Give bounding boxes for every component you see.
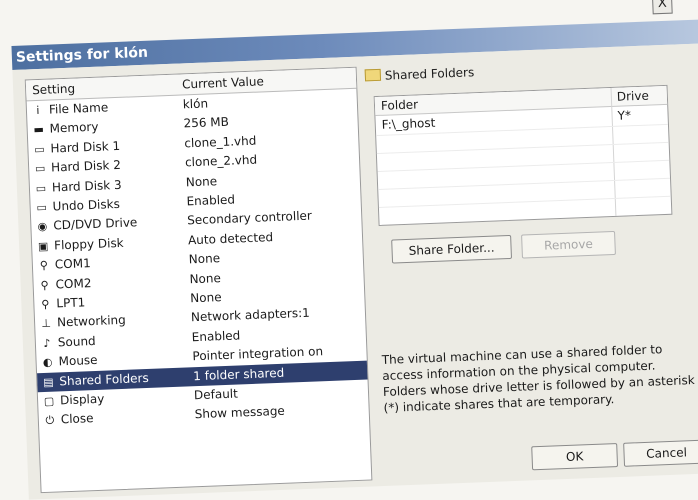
hard-disk-icon: ▭ (35, 181, 47, 195)
hard-disk-icon: ▭ (34, 161, 46, 176)
setting-label: Close (60, 411, 94, 427)
serial-port-icon: ⚲ (39, 258, 49, 273)
shared-folder-path: F:\_ghost (381, 115, 436, 132)
grid-line (378, 195, 671, 208)
setting-value: None (190, 290, 222, 306)
setting-label: COM2 (55, 275, 92, 292)
info-icon: i (36, 103, 40, 118)
setting-label: Sound (57, 333, 96, 350)
shared-folders-panel: Shared Folders Folder Drive F:\_ghost Y* (364, 54, 698, 478)
setting-label: Display (59, 391, 105, 408)
setting-value: clone_2.vhd (184, 152, 258, 170)
settings-dialog: X Settings for klón Setting Current Valu… (10, 0, 698, 500)
cd-dvd-icon: ◉ (37, 220, 48, 234)
setting-label: Hard Disk 1 (50, 138, 121, 156)
shared-folder-drive: Y* (617, 108, 632, 123)
undo-disk-icon: ▭ (36, 200, 48, 215)
grid-line (378, 177, 671, 190)
shared-folders-heading: Shared Folders (364, 62, 475, 86)
hard-disk-icon: ▭ (33, 142, 45, 156)
setting-value: Enabled (186, 192, 236, 209)
setting-value: clone_1.vhd (184, 133, 257, 151)
network-icon: ⊥ (41, 317, 52, 331)
display-icon: ▢ (43, 394, 55, 408)
floppy-disk-icon: ▣ (37, 239, 49, 253)
parallel-port-icon: ⚲ (41, 297, 50, 312)
grid-line (377, 159, 670, 173)
share-folder-button[interactable]: Share Folder... (391, 234, 513, 264)
column-header-folder[interactable]: Folder (381, 97, 419, 112)
setting-label: Networking (56, 313, 127, 330)
column-header-setting[interactable]: Setting (32, 82, 75, 98)
setting-label: Memory (49, 120, 99, 136)
setting-label: Hard Disk 3 (51, 177, 122, 195)
setting-value: Default (193, 386, 239, 403)
remove-button[interactable]: Remove (521, 230, 616, 259)
shared-folder-icon: ▤ (42, 375, 54, 389)
settings-list: Setting Current Value i File Name klón ▬ Mem… (24, 66, 373, 494)
column-header-current-value[interactable]: Current Value (182, 74, 264, 91)
column-header-drive[interactable]: Drive (617, 89, 650, 104)
folder-icon (364, 68, 382, 82)
shared-folders-grid[interactable]: Folder Drive F:\_ghost Y* (373, 84, 673, 227)
setting-value: None (185, 173, 218, 189)
setting-value: klón (182, 96, 209, 112)
setting-value: None (189, 270, 222, 286)
memory-icon: ▬ (33, 123, 45, 137)
dialog-body: Setting Current Value i File Name klón ▬ Mem… (12, 43, 698, 500)
setting-label: COM1 (54, 256, 91, 272)
sound-icon: ♪ (43, 336, 51, 350)
setting-label: Undo Disks (52, 196, 121, 214)
setting-label: LPT1 (56, 295, 86, 311)
setting-label: File Name (48, 100, 109, 117)
page: X Settings for klón Setting Current Valu… (0, 0, 698, 500)
serial-port-icon: ⚲ (40, 278, 49, 292)
setting-label: Floppy Disk (53, 235, 124, 253)
ok-button[interactable]: OK (531, 443, 619, 471)
setting-label: Mouse (58, 353, 98, 369)
shared-folders-description: The virtual machine can use a shared fol… (381, 342, 695, 415)
cancel-button[interactable]: Cancel (623, 439, 698, 467)
setting-label: Hard Disk 2 (50, 158, 122, 175)
setting-value: None (188, 251, 221, 267)
close-icon: ⏻ (45, 414, 55, 428)
shared-folders-title: Shared Folders (384, 65, 475, 83)
setting-value: Enabled (191, 328, 241, 345)
grid-line (376, 141, 669, 155)
mouse-icon: ◐ (42, 355, 53, 370)
setting-value: 256 MB (183, 115, 230, 131)
close-dialog-button[interactable]: X (651, 0, 673, 15)
setting-value: Show message (194, 404, 286, 422)
